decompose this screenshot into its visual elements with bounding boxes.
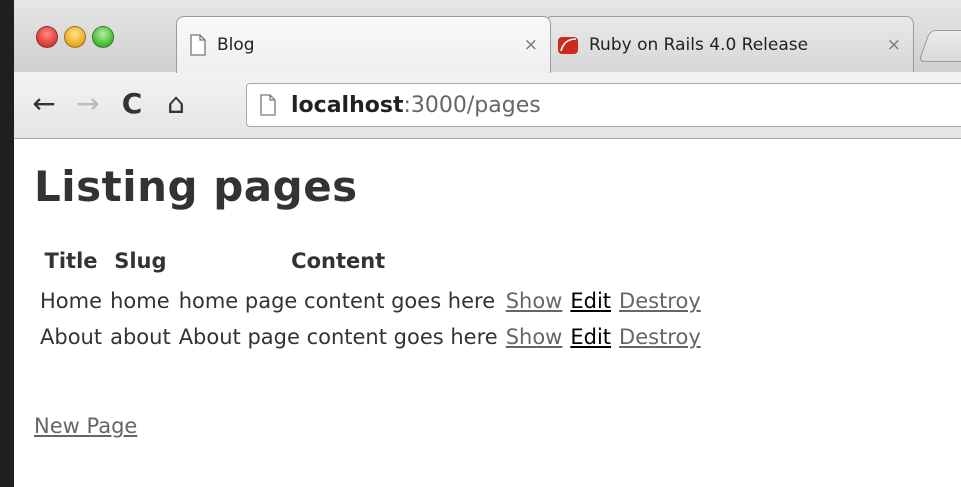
- table-row: About about About page content goes here…: [38, 321, 703, 357]
- minimize-window-button[interactable]: [64, 26, 86, 48]
- column-header-slug: Slug: [114, 249, 167, 273]
- tab-title: Ruby on Rails 4.0 Release: [589, 34, 809, 55]
- screen-edge: [0, 0, 14, 487]
- tab-rails-release[interactable]: Ruby on Rails 4.0 Release ×: [544, 16, 914, 72]
- destroy-link[interactable]: Destroy: [619, 289, 701, 313]
- forward-button[interactable]: →: [72, 88, 104, 120]
- page-slug-cell: about: [110, 325, 171, 349]
- back-button[interactable]: ←: [28, 88, 60, 120]
- column-header-content: Content: [291, 249, 386, 273]
- column-header-title: Title: [44, 249, 98, 273]
- new-page-link[interactable]: New Page: [34, 414, 137, 438]
- url-host: localhost: [291, 92, 404, 118]
- new-tab-button[interactable]: [918, 30, 961, 62]
- page-icon: [260, 94, 276, 116]
- column-header-blank: [504, 244, 565, 285]
- column-header-blank: [568, 244, 613, 285]
- pages-table: Title Slug Content Home home home page c…: [34, 244, 707, 357]
- destroy-link[interactable]: Destroy: [619, 325, 701, 349]
- tab-strip: Blog × Ruby on Rails 4.0 Release ×: [14, 0, 961, 73]
- url-path: :3000/pages: [403, 92, 541, 118]
- page-title: Listing pages: [34, 162, 358, 211]
- show-link[interactable]: Show: [506, 289, 563, 313]
- zoom-window-button[interactable]: [92, 26, 114, 48]
- page-slug-cell: home: [110, 289, 170, 313]
- browser-window: Blog × Ruby on Rails 4.0 Release × ← → C…: [0, 0, 961, 487]
- page-content: Listing pages Title Slug Content Home ho…: [14, 140, 961, 487]
- close-window-button[interactable]: [36, 26, 58, 48]
- browser-chrome: Blog × Ruby on Rails 4.0 Release × ← → C…: [14, 0, 961, 140]
- page-title-cell: Home: [40, 289, 103, 313]
- toolbar: ← → C ⌂ localhost:3000/pages: [14, 72, 961, 139]
- reload-button[interactable]: C: [116, 88, 148, 120]
- home-button[interactable]: ⌂: [160, 88, 192, 120]
- tab-blog[interactable]: Blog ×: [176, 16, 551, 73]
- page-title-cell: About: [40, 325, 103, 349]
- page-content-cell: About page content goes here: [178, 325, 498, 349]
- document-icon: [190, 34, 206, 56]
- table-header-row: Title Slug Content: [38, 244, 703, 285]
- edit-link[interactable]: Edit: [570, 325, 611, 349]
- table-row: Home home home page content goes here Sh…: [38, 285, 703, 321]
- close-tab-icon[interactable]: ×: [524, 35, 538, 55]
- edit-link[interactable]: Edit: [570, 289, 611, 313]
- column-header-blank: [617, 244, 703, 285]
- show-link[interactable]: Show: [506, 325, 563, 349]
- tab-title: Blog: [217, 35, 255, 55]
- close-tab-icon[interactable]: ×: [887, 35, 901, 55]
- rails-icon: [558, 36, 578, 54]
- address-bar[interactable]: localhost:3000/pages: [246, 83, 961, 127]
- page-content-cell: home page content goes here: [178, 289, 496, 313]
